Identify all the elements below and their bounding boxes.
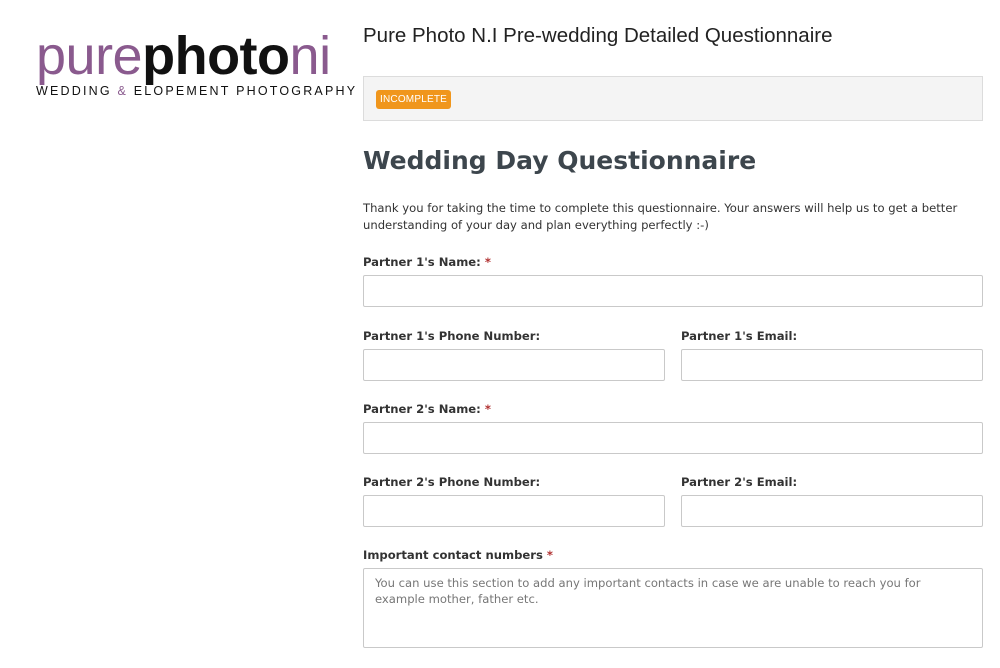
status-badge: INCOMPLETE [376, 90, 452, 109]
contacts-label: Important contact numbers * [363, 548, 553, 562]
required-marker: * [484, 255, 491, 269]
partner2-email-label: Partner 2's Email: [681, 475, 798, 489]
logo-tagline: WEDDING & ELOPEMENT PHOTOGRAPHY [36, 84, 355, 98]
contacts-label-text: Important contact numbers [363, 548, 543, 562]
logo-tagline-end: ELOPEMENT PHOTOGRAPHY [128, 84, 358, 98]
partner2-phone-label: Partner 2's Phone Number: [363, 475, 541, 489]
brand-logo[interactable]: purephotoni WEDDING & ELOPEMENT PHOTOGRA… [36, 26, 355, 98]
partner2-phone-input[interactable] [363, 495, 665, 527]
partner1-name-label: Partner 1's Name: * [363, 255, 491, 269]
required-marker: * [546, 548, 553, 562]
partner1-email-input[interactable] [681, 349, 983, 381]
partner1-email-label: Partner 1's Email: [681, 329, 798, 343]
contacts-textarea[interactable] [363, 568, 983, 648]
logo-wordmark: purephotoni [36, 26, 331, 86]
partner1-name-input[interactable] [363, 275, 983, 307]
partner2-name-input[interactable] [363, 422, 983, 454]
logo-photo-text: photo [142, 26, 290, 86]
logo-tagline-start: WEDDING [36, 84, 118, 98]
logo-pure-text: pure [36, 26, 143, 86]
partner2-name-label-text: Partner 2's Name: [363, 402, 481, 416]
partner2-name-label: Partner 2's Name: * [363, 402, 491, 416]
form-heading: Wedding Day Questionnaire [363, 146, 757, 175]
logo-tagline-ampersand: & [117, 84, 129, 98]
partner1-phone-input[interactable] [363, 349, 665, 381]
partner1-phone-label: Partner 1's Phone Number: [363, 329, 541, 343]
partner1-name-label-text: Partner 1's Name: [363, 255, 481, 269]
status-bar: INCOMPLETE [363, 76, 983, 121]
form-intro: Thank you for taking the time to complet… [363, 201, 958, 232]
logo-ni-text: ni [289, 26, 332, 86]
page-title: Pure Photo N.I Pre-wedding Detailed Ques… [363, 24, 833, 47]
required-marker: * [484, 402, 491, 416]
partner2-email-input[interactable] [681, 495, 983, 527]
